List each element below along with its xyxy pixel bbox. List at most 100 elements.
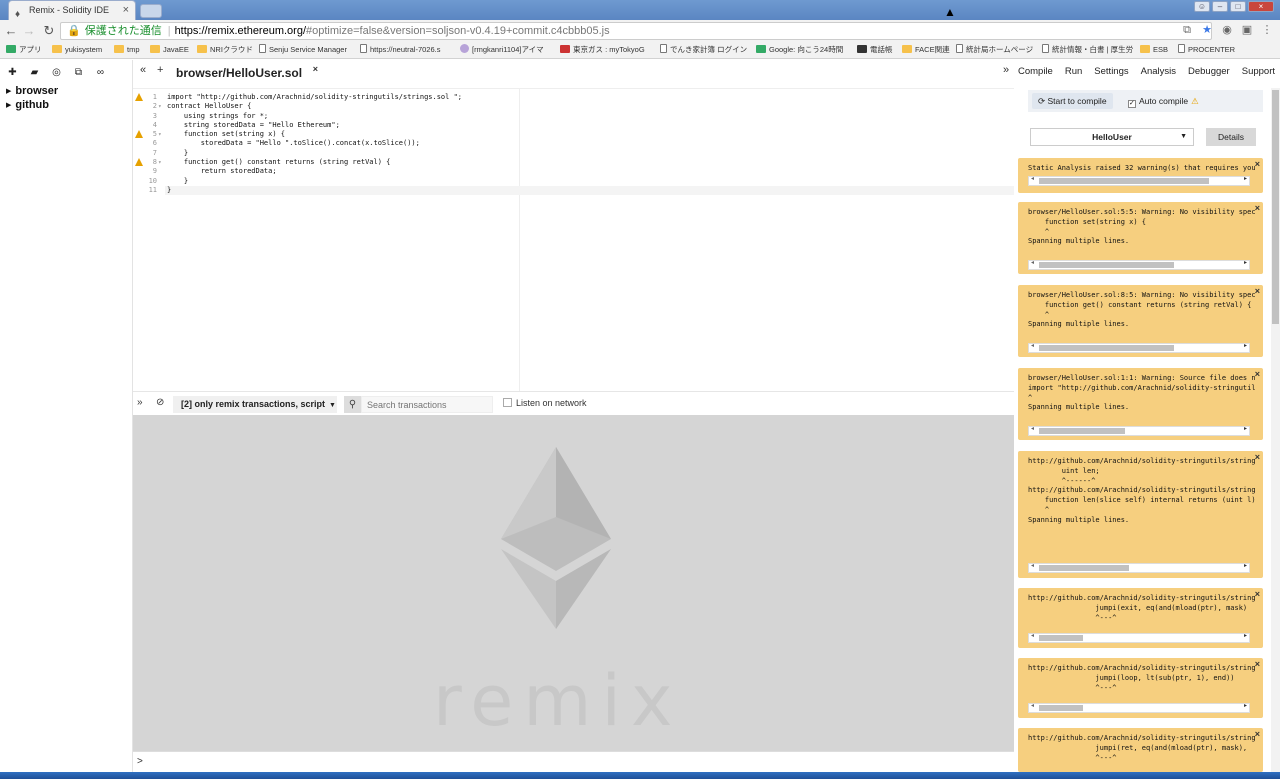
collapse-right-icon[interactable]: » — [1003, 64, 1009, 76]
scrollbar-thumb[interactable] — [1272, 90, 1279, 324]
horizontal-scrollbar[interactable]: ◂ ▸ — [1028, 343, 1250, 353]
file-tab[interactable]: browser/HelloUser.sol × — [172, 64, 318, 84]
bookmark-item[interactable]: 統計局ホームページ — [956, 42, 1033, 58]
code-line: return storedData; — [167, 167, 277, 176]
bookmark-item[interactable]: NRIクラウド — [197, 42, 253, 58]
code-text[interactable]: import "http://github.com/Arachnid/solid… — [167, 93, 462, 195]
collapse-left-icon[interactable]: « — [140, 64, 146, 76]
horizontal-scrollbar[interactable]: ◂ ▸ — [1028, 633, 1250, 643]
terminal-output[interactable]: remix — [133, 415, 1014, 751]
close-window-icon[interactable]: × — [1248, 1, 1274, 12]
right-panel: Compile Run Settings Analysis Debugger S… — [1014, 60, 1280, 772]
tab-analysis[interactable]: Analysis — [1141, 66, 1176, 77]
close-icon[interactable]: × — [1255, 159, 1260, 169]
translate-icon[interactable]: ⧉ — [1180, 22, 1194, 38]
bookmark-item[interactable]: FACE関連 — [902, 42, 950, 58]
close-icon[interactable]: × — [1255, 203, 1260, 213]
folder-github[interactable]: ▶ github — [6, 99, 49, 111]
details-button[interactable]: Details — [1206, 128, 1256, 146]
bookmark-apps[interactable]: アプリ — [6, 42, 42, 58]
listen-on-network-checkbox[interactable]: Listen on network — [503, 398, 587, 408]
new-file-icon[interactable]: ✚ — [6, 66, 19, 79]
fold-icon[interactable]: ▾ — [158, 158, 162, 167]
bookmark-item[interactable]: Google: 向こう24時間 — [756, 42, 843, 58]
new-tab-button[interactable] — [140, 4, 162, 18]
tab-run[interactable]: Run — [1065, 66, 1082, 77]
bookmark-item[interactable]: Senju Service Manager — [259, 42, 347, 58]
close-icon[interactable]: × — [1255, 729, 1260, 739]
copy-icon[interactable]: ⧉ — [72, 66, 85, 79]
increase-font-icon[interactable]: + — [157, 64, 163, 76]
forward-icon[interactable]: → — [20, 22, 38, 40]
horizontal-scrollbar[interactable]: ◂ ▸ — [1028, 176, 1250, 186]
code-editor[interactable]: 1 2 ▾ 3 4 5 ▾ 6 7 8 ▾ 9 10 11 import "http:… — [133, 88, 1014, 392]
auto-compile-checkbox[interactable]: ✓ Auto compile ⚠ — [1128, 93, 1199, 109]
checkbox-checked[interactable]: ✓ — [1128, 100, 1136, 108]
bookmark-item[interactable]: 東京ガス : myTokyoG — [560, 42, 645, 58]
close-icon[interactable]: × — [1255, 369, 1260, 379]
clear-console-icon[interactable]: ⊘ — [156, 397, 164, 408]
search-transactions-input[interactable] — [361, 396, 493, 413]
menu-icon[interactable]: ⋮ — [1260, 22, 1274, 38]
back-icon[interactable]: ← — [2, 22, 20, 40]
warning-icon[interactable] — [135, 93, 143, 101]
user-icon[interactable]: ☺ — [1194, 1, 1210, 12]
tab-settings[interactable]: Settings — [1094, 66, 1128, 77]
minimize-icon[interactable]: – — [1212, 1, 1228, 12]
bookmark-item[interactable]: yukisystem — [52, 42, 102, 58]
bookmark-item[interactable]: 電話帳 — [857, 42, 893, 58]
warning-card: Static Analysis raised 32 warning(s) tha… — [1018, 158, 1263, 193]
checkbox-box[interactable] — [503, 398, 512, 407]
warning-icon[interactable] — [135, 158, 143, 167]
extension2-icon[interactable]: ▣ — [1240, 22, 1254, 38]
bookmark-item[interactable]: でんき家計簿 ログイン — [660, 42, 747, 58]
horizontal-scrollbar[interactable]: ◂ ▸ — [1028, 426, 1250, 436]
bookmark-item[interactable]: tmp — [114, 42, 140, 58]
reload-icon[interactable]: ↻ — [40, 22, 58, 40]
bookmark-item[interactable]: https://neutral-7026.s — [360, 42, 440, 58]
horizontal-scrollbar[interactable]: ◂ ▸ — [1028, 563, 1250, 573]
maximize-icon[interactable]: □ — [1230, 1, 1246, 12]
search-icon[interactable]: ⚲ — [344, 396, 361, 413]
tab-debugger[interactable]: Debugger — [1188, 66, 1230, 77]
tab-compile[interactable]: Compile — [1018, 66, 1053, 77]
horizontal-scrollbar[interactable]: ◂ ▸ — [1028, 260, 1250, 270]
warning-icon: ⚠ — [1191, 96, 1199, 106]
contract-select[interactable]: HelloUser ▼ — [1030, 128, 1194, 146]
window-controls: ☺ – □ × — [1194, 1, 1274, 12]
tab-close-icon[interactable]: × — [123, 1, 129, 20]
bookmark-star-icon[interactable]: ★ — [1200, 22, 1214, 38]
open-folder-icon[interactable]: ▰ — [28, 66, 41, 79]
github-icon[interactable]: ◎ — [50, 66, 63, 79]
folder-icon — [150, 45, 160, 53]
transaction-filter-dropdown[interactable]: [2] only remix transactions, script ▼ — [173, 396, 337, 413]
link-icon[interactable]: ∞ — [94, 66, 107, 79]
right-panel-scrollbar[interactable] — [1271, 88, 1280, 772]
horizontal-scrollbar[interactable]: ◂ ▸ — [1028, 703, 1250, 713]
address-bar[interactable]: 🔒 保護された通信 | https://remix.ethereum.org/#opt… — [60, 22, 1212, 40]
fold-icon[interactable]: ▾ — [158, 130, 162, 139]
caret-right-icon: ▶ — [6, 102, 12, 109]
fold-icon[interactable]: ▾ — [158, 102, 162, 111]
warning-icon[interactable] — [135, 130, 143, 139]
browser-tab[interactable]: ♦ Remix - Solidity IDE × — [8, 0, 136, 20]
tab-title: Remix - Solidity IDE — [29, 5, 110, 15]
extension-icon[interactable]: ◉ — [1220, 22, 1234, 38]
tab-support[interactable]: Support — [1242, 66, 1275, 77]
close-icon[interactable]: × — [1255, 589, 1260, 599]
folder-browser[interactable]: ▶ browser — [6, 85, 58, 97]
file-tab-close-icon[interactable]: × — [313, 64, 318, 74]
minimize-terminal-icon[interactable]: » — [137, 397, 143, 408]
bookmark-item[interactable]: JavaEE — [150, 42, 189, 58]
folder-icon — [52, 45, 62, 53]
start-compile-button[interactable]: ⟳ Start to compile — [1032, 93, 1113, 109]
bookmark-item[interactable]: ESB — [1140, 42, 1168, 58]
bookmark-item[interactable]: [rmgkanri1104]アイマ — [460, 42, 544, 58]
close-icon[interactable]: × — [1255, 659, 1260, 669]
browser-toolbar: ← → ↻ 🔒 保護された通信 | https://remix.ethereum.or… — [0, 20, 1280, 42]
close-icon[interactable]: × — [1255, 452, 1260, 462]
bookmark-item[interactable]: 統計情報・白書 | 厚生労 — [1042, 42, 1133, 58]
bookmark-item[interactable]: PROCENTER — [1178, 42, 1235, 58]
terminal-prompt[interactable]: > — [133, 751, 1014, 772]
close-icon[interactable]: × — [1255, 286, 1260, 296]
